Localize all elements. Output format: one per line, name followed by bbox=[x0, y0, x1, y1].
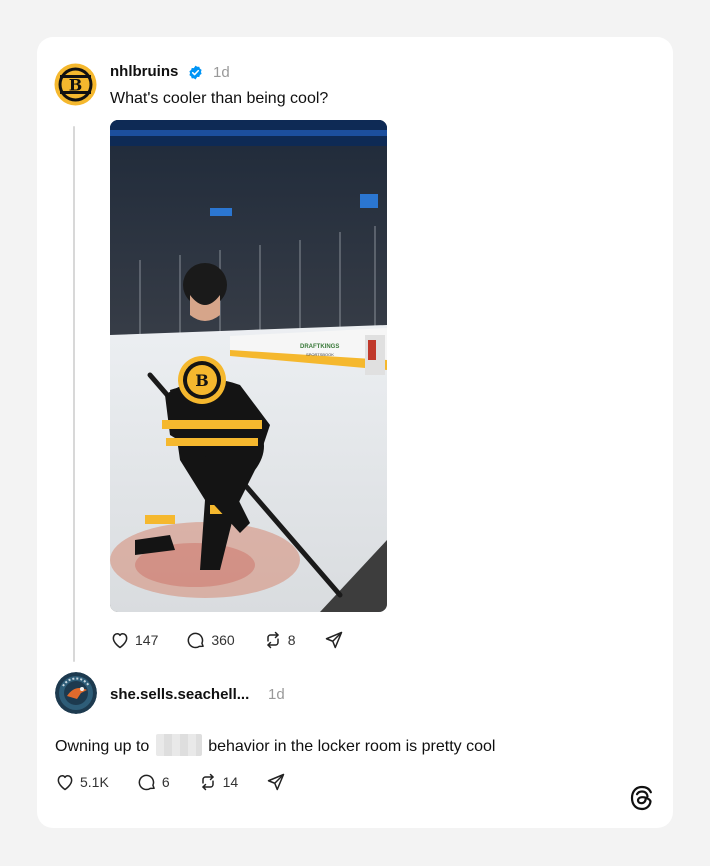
repost-icon bbox=[201, 773, 214, 791]
reply-button[interactable]: 360 bbox=[186, 630, 235, 650]
reply-username[interactable]: she.sells.seachell... bbox=[110, 686, 249, 703]
team-logo-avatar-icon bbox=[55, 672, 97, 714]
post-avatar[interactable]: B bbox=[54, 63, 97, 106]
post-time: 1d bbox=[213, 64, 230, 81]
comment-icon bbox=[187, 632, 205, 649]
share-button[interactable] bbox=[324, 630, 344, 650]
repost-button[interactable]: 8 bbox=[263, 630, 296, 650]
threads-logo-icon[interactable] bbox=[628, 784, 656, 812]
post-actions: 147 360 8 bbox=[110, 630, 344, 650]
reply-repost-count: 14 bbox=[222, 774, 239, 790]
share-icon bbox=[267, 773, 285, 791]
reply-reply-count: 6 bbox=[161, 774, 170, 790]
reply-text-start: Owning up to bbox=[55, 738, 150, 755]
heart-icon bbox=[57, 775, 73, 791]
svg-text:B: B bbox=[195, 371, 209, 390]
reply-actions: 5.1K 6 14 bbox=[55, 772, 286, 792]
reply-reply-button[interactable]: 6 bbox=[137, 772, 170, 792]
post-username[interactable]: nhlbruins bbox=[110, 63, 178, 80]
repost-count: 8 bbox=[287, 632, 296, 648]
verified-icon bbox=[189, 65, 202, 80]
reply-like-count: 5.1K bbox=[80, 774, 109, 790]
reply-repost-button[interactable]: 14 bbox=[198, 772, 239, 792]
heart-icon bbox=[112, 633, 128, 649]
comment-icon bbox=[138, 774, 155, 791]
redacted-word bbox=[155, 734, 202, 756]
media-ad-line1: DRAFTKINGS bbox=[300, 344, 339, 350]
repost-icon bbox=[266, 631, 279, 649]
media-ad-line2: SPORTSBOOK bbox=[306, 352, 334, 357]
thread-connector-line bbox=[73, 126, 75, 662]
post-text: What's cooler than being cool? bbox=[110, 90, 329, 107]
post-video[interactable]: DRAFTKINGS SPORTSBOOK B bbox=[110, 120, 387, 612]
like-button[interactable]: 147 bbox=[110, 630, 158, 650]
reply-share-button[interactable] bbox=[266, 772, 286, 792]
svg-text:B: B bbox=[69, 76, 83, 95]
like-count: 147 bbox=[135, 632, 159, 648]
reply-count: 360 bbox=[211, 632, 235, 648]
bruins-logo-icon: B bbox=[54, 63, 97, 106]
reply-text: Owning up to behavior in the locker room… bbox=[55, 734, 495, 756]
hockey-player-image: DRAFTKINGS SPORTSBOOK B bbox=[110, 120, 387, 612]
share-icon bbox=[325, 631, 342, 649]
reply-avatar[interactable] bbox=[55, 672, 97, 714]
reply-time: 1d bbox=[268, 686, 285, 703]
reply-text-end: behavior in the locker room is pretty co… bbox=[208, 738, 496, 755]
reply-like-button[interactable]: 5.1K bbox=[55, 772, 109, 792]
